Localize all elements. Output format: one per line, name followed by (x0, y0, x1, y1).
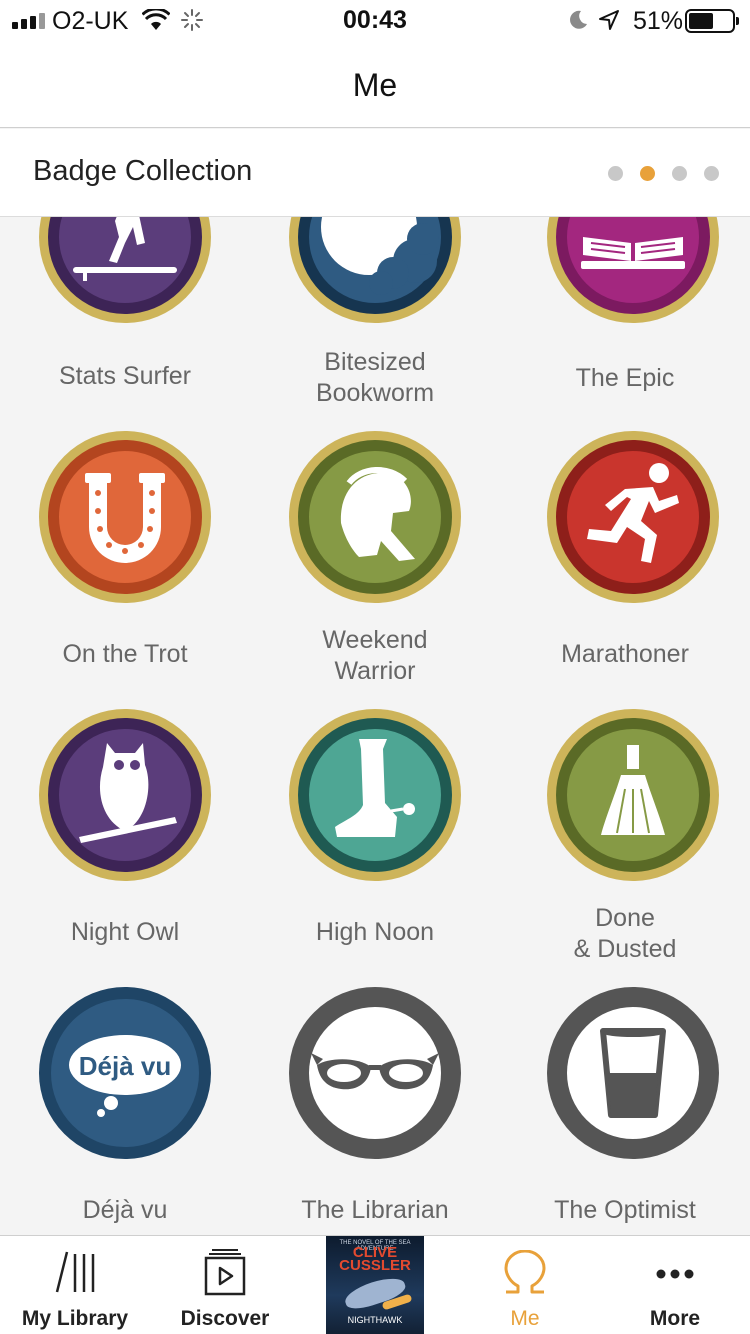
badge-weekend-warrior[interactable]: Weekend Warrior (250, 429, 500, 707)
cover-art-ship (342, 1272, 408, 1314)
runner-icon (547, 431, 719, 603)
badge-grid: Stats Surfer Bitesized Bookworm The Epic… (0, 217, 750, 1235)
badge-on-the-trot[interactable]: On the Trot (0, 429, 250, 707)
tab-label: My Library (21, 1307, 129, 1330)
badge-label: The Librarian (301, 1196, 449, 1224)
badge-label: On the Trot (62, 640, 188, 668)
tab-me[interactable]: Me (450, 1236, 600, 1334)
status-bar: O2-UK 00:43 51% (0, 0, 750, 42)
cat-eye-glasses-icon (289, 987, 461, 1159)
bitten-moon-icon (289, 217, 461, 323)
omega-icon (504, 1250, 546, 1294)
speech-bubble-icon: Déjà vu (39, 987, 211, 1159)
badge-label: Weekend Warrior (322, 626, 428, 685)
section-title: Badge Collection (33, 155, 253, 187)
badge-label: Night Owl (70, 918, 180, 946)
spartan-helmet-icon (289, 431, 461, 603)
surfer-icon (39, 217, 211, 323)
badge-deja-vu[interactable]: Déjà vu Déjà vu (0, 985, 250, 1235)
tab-label: More (649, 1307, 701, 1330)
more-dots-icon (656, 1269, 694, 1279)
half-full-glass-icon (547, 987, 719, 1159)
do-not-disturb-moon-icon (570, 10, 587, 29)
badge-label: The Optimist (554, 1196, 696, 1224)
page-dot[interactable] (608, 166, 623, 181)
bubble-text: Déjà vu (79, 1051, 172, 1081)
badge-done-dusted[interactable]: Done & Dusted (500, 707, 750, 985)
page-dot-active[interactable] (640, 166, 655, 181)
location-arrow-icon (599, 10, 619, 30)
badge-label: The Epic (575, 364, 675, 392)
page-title: Me (352, 67, 398, 103)
tab-bar: My Library Discover THE NOVEL OF THE SEA… (0, 1235, 750, 1334)
broom-icon (547, 709, 719, 881)
badge-label: Stats Surfer (59, 362, 191, 390)
tab-more[interactable]: More (600, 1236, 750, 1334)
badge-label: Marathoner (561, 640, 689, 668)
cover-title: NIGHTHAWK (347, 1315, 403, 1325)
owl-icon (39, 709, 211, 881)
badge-collection-header: Badge Collection (0, 129, 750, 217)
badge-the-librarian[interactable]: The Librarian (250, 985, 500, 1235)
cowboy-boot-icon (289, 709, 461, 881)
discover-play-icon (204, 1249, 246, 1296)
horseshoe-icon (39, 431, 211, 603)
page-dot[interactable] (672, 166, 687, 181)
tab-label: Me (510, 1307, 540, 1330)
tab-my-library[interactable]: My Library (0, 1236, 150, 1334)
open-book-icon (547, 217, 719, 323)
navigation-bar: Me (0, 42, 750, 128)
badge-label: Done & Dusted (573, 904, 677, 963)
tab-discover[interactable]: Discover (150, 1236, 300, 1334)
badge-high-noon[interactable]: High Noon (250, 707, 500, 985)
badge-marathoner[interactable]: Marathoner (500, 429, 750, 707)
badge-label: Déjà vu (82, 1196, 168, 1224)
now-playing-cover[interactable]: THE NOVEL OF THE SEA ADVENTURE CLIVE CUS… (326, 1236, 424, 1334)
badge-the-optimist[interactable]: The Optimist (500, 985, 750, 1235)
cover-author: CLIVE CUSSLER (326, 1245, 424, 1274)
page-dot[interactable] (704, 166, 719, 181)
battery-icon (685, 9, 739, 33)
badge-label: Bitesized Bookworm (315, 348, 435, 407)
battery-percent: 51% (633, 7, 684, 35)
library-icon (55, 1251, 95, 1293)
tab-label: Discover (180, 1307, 270, 1330)
badge-label: High Noon (315, 918, 435, 946)
cover-author-line-2: CUSSLER (339, 1257, 411, 1274)
badge-night-owl[interactable]: Night Owl (0, 707, 250, 985)
